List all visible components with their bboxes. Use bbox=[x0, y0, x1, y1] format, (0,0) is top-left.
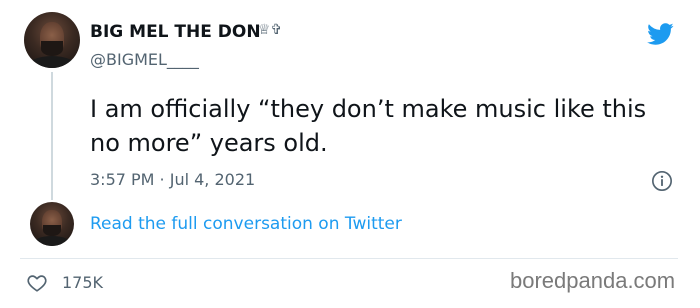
tweet-timestamp[interactable]: 3:57 PM · Jul 4, 2021 bbox=[90, 170, 255, 189]
avatar-beard bbox=[40, 41, 64, 56]
name-emoji: ♕✞ bbox=[258, 22, 283, 38]
user-handle[interactable]: @BIGMEL____ bbox=[90, 50, 199, 69]
avatar-shoulders bbox=[26, 55, 78, 68]
tweet-text: I am officially “they don’t make music l… bbox=[90, 95, 647, 157]
read-conversation-link[interactable]: Read the full conversation on Twitter bbox=[90, 214, 402, 234]
avatar-beard bbox=[43, 224, 61, 237]
twitter-bird-icon[interactable] bbox=[644, 20, 676, 48]
avatar-shoulders bbox=[32, 236, 72, 246]
thread-line bbox=[51, 72, 53, 200]
heart-icon[interactable] bbox=[26, 272, 48, 294]
watermark: boredpanda.com bbox=[510, 268, 676, 293]
display-name[interactable]: BIG MEL THE DON bbox=[90, 22, 261, 42]
reply-avatar[interactable] bbox=[30, 202, 74, 246]
like-count[interactable]: 175K bbox=[62, 273, 103, 292]
author-avatar[interactable] bbox=[24, 12, 80, 68]
info-icon[interactable] bbox=[651, 170, 673, 192]
divider bbox=[20, 258, 678, 259]
